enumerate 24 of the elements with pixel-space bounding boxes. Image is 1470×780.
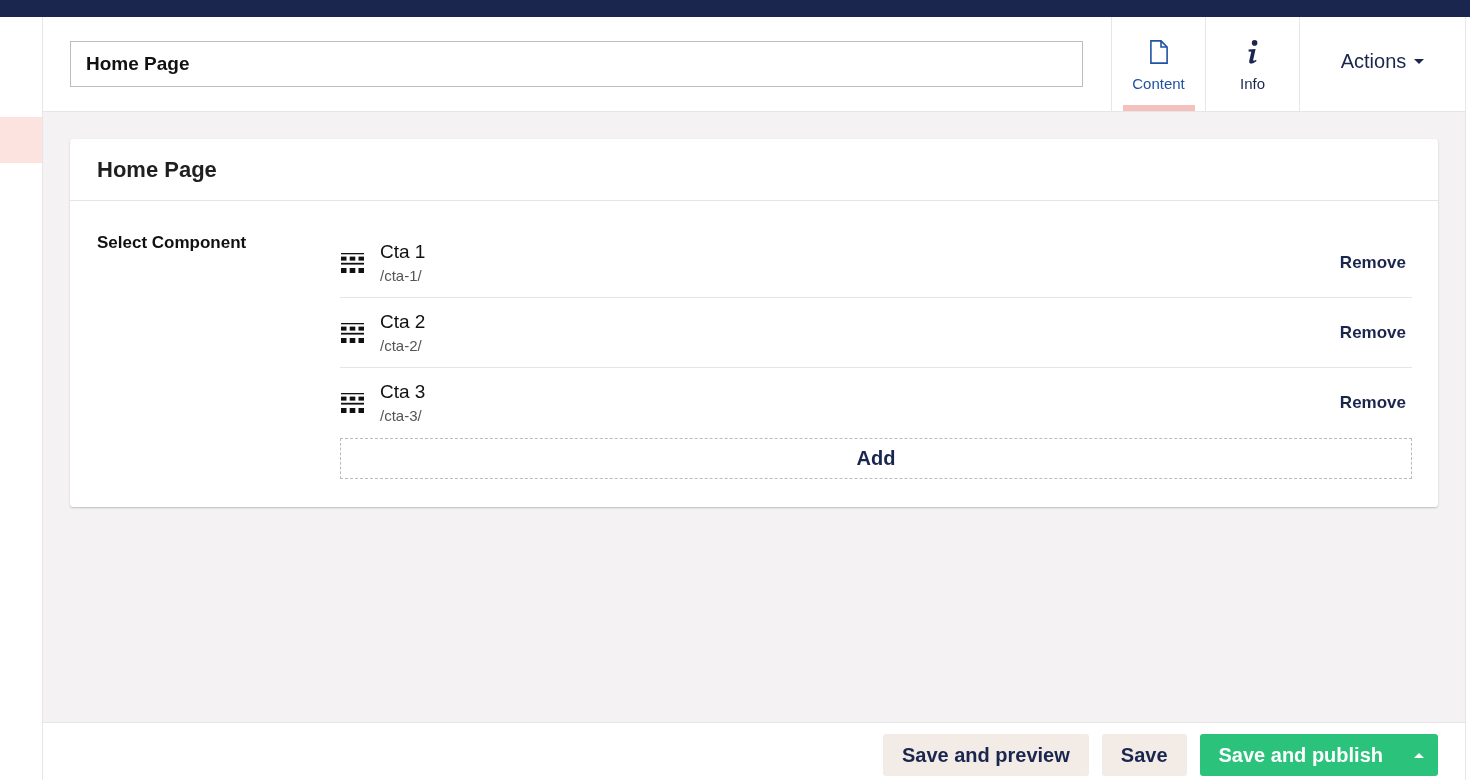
caret-icon xyxy=(1414,58,1425,64)
secondary-button[interactable]: Save xyxy=(1101,734,1187,776)
document-icon xyxy=(1149,40,1168,64)
grid-icon xyxy=(341,322,364,343)
info-icon xyxy=(1246,40,1259,64)
grid-icon xyxy=(341,393,364,413)
remove-button[interactable]: Remove xyxy=(1339,322,1406,343)
sidebar-item[interactable] xyxy=(0,117,42,163)
item-name: Cta 1 xyxy=(380,239,426,264)
add-button[interactable]: Add xyxy=(340,438,1412,479)
caret-icon xyxy=(1414,752,1424,758)
field-label: Select Component xyxy=(97,232,248,253)
remove-button[interactable]: Remove xyxy=(1339,393,1406,413)
page-name-field[interactable]: Home Page xyxy=(70,41,1083,87)
item-path: /cta-3/ xyxy=(380,406,422,426)
dropdown-button[interactable] xyxy=(1400,734,1438,776)
remove-button[interactable]: Remove xyxy=(1339,252,1406,273)
item-name: Cta 3 xyxy=(380,380,426,404)
grid-icon xyxy=(341,252,364,273)
item-path: /cta-1/ xyxy=(380,265,422,286)
item-name: Cta 2 xyxy=(380,309,426,334)
secondary-button[interactable]: Save and preview xyxy=(882,734,1089,776)
card-title: Home Page xyxy=(97,156,217,183)
item-path: /cta-2/ xyxy=(380,335,422,356)
